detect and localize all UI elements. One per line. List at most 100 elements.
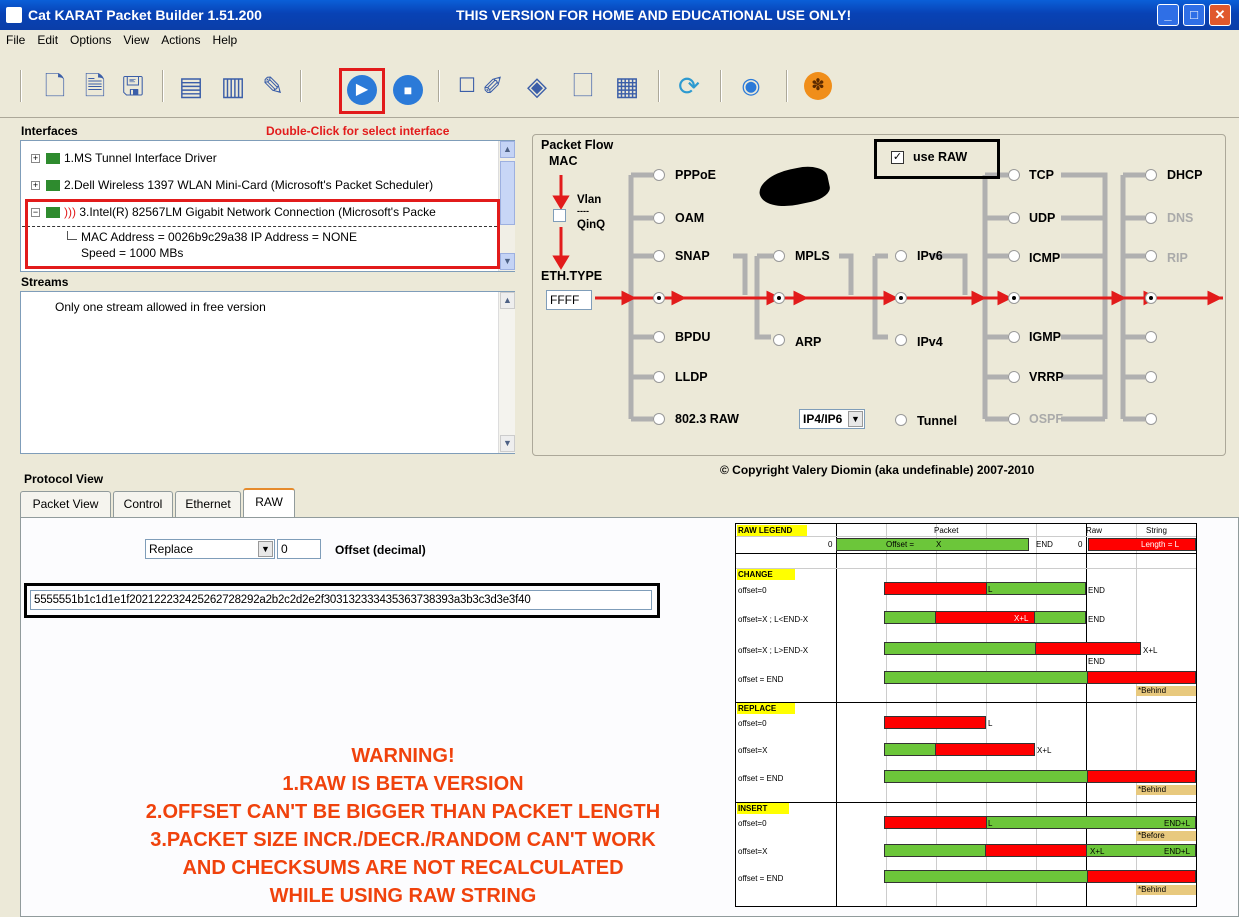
raw-hex-input[interactable]: 5555551b1c1d1e1f202122232425262728292a2b… bbox=[30, 590, 652, 610]
tab-ethernet[interactable]: Ethernet bbox=[175, 491, 241, 517]
edit-icon[interactable]: ✎ bbox=[258, 70, 288, 102]
tab-packet-view[interactable]: Packet View bbox=[20, 491, 111, 517]
mac-label: MAC bbox=[549, 154, 578, 168]
legend-insert-endl2: END+L bbox=[1164, 847, 1191, 856]
radio-ethertype[interactable] bbox=[773, 292, 785, 304]
label-pppoe: PPPoE bbox=[675, 168, 716, 182]
radio-udp[interactable] bbox=[1008, 212, 1020, 224]
radio-tunnel[interactable] bbox=[895, 414, 907, 426]
streams-label: Streams bbox=[21, 275, 69, 289]
radio-udp-app[interactable] bbox=[1145, 292, 1157, 304]
menu-help[interactable]: Help bbox=[213, 30, 238, 50]
menu-edit[interactable]: Edit bbox=[37, 30, 58, 50]
chevron-down-icon[interactable]: ▼ bbox=[258, 541, 273, 557]
page-icon[interactable]: 🗌 bbox=[568, 70, 598, 102]
menu-view[interactable]: View bbox=[123, 30, 149, 50]
radio-rip[interactable] bbox=[1145, 250, 1157, 262]
radio-ipv6[interactable] bbox=[895, 250, 907, 262]
streams-list: Only one stream allowed in free version … bbox=[20, 291, 515, 454]
close-button[interactable]: ✕ bbox=[1209, 4, 1231, 26]
radio-8023raw[interactable] bbox=[653, 413, 665, 425]
save-icon[interactable]: 🖫 bbox=[118, 70, 148, 102]
legend-replace: REPLACE bbox=[737, 703, 795, 714]
warning-line-1: 1.RAW IS BETA VERSION bbox=[282, 773, 524, 795]
new-file-icon[interactable]: 🗋 bbox=[40, 70, 70, 102]
radio-ipv4[interactable] bbox=[895, 334, 907, 346]
stop-icon[interactable]: ■ bbox=[393, 75, 423, 105]
label-tcp: TCP bbox=[1029, 168, 1054, 182]
eraser-icon[interactable]: ◈ bbox=[522, 70, 552, 102]
legend-change-xl2: X+L bbox=[1143, 646, 1158, 655]
radio-tcp[interactable] bbox=[1008, 169, 1020, 181]
legend-string-header: String bbox=[1146, 526, 1167, 535]
interfaces-label: Interfaces bbox=[21, 124, 78, 138]
radio-pppoe[interactable] bbox=[653, 169, 665, 181]
offset-input[interactable]: 0 bbox=[277, 539, 321, 559]
radio-dns[interactable] bbox=[1145, 212, 1157, 224]
legend-insert-l: L bbox=[988, 819, 993, 828]
radio-app-1[interactable] bbox=[1145, 331, 1157, 343]
radio-ip-proto[interactable] bbox=[1008, 292, 1020, 304]
radio-igmp[interactable] bbox=[1008, 331, 1020, 343]
title-bar: Cat KARAT Packet Builder 1.51.200 THIS V… bbox=[0, 0, 1239, 30]
label-lldp: LLDP bbox=[675, 370, 708, 384]
menu-options[interactable]: Options bbox=[70, 30, 111, 50]
radio-app-2[interactable] bbox=[1145, 371, 1157, 383]
label-oam: OAM bbox=[675, 211, 705, 225]
vlan-label: Vlan bbox=[577, 194, 602, 206]
menu-file[interactable]: File bbox=[6, 30, 25, 50]
network-card-icon bbox=[46, 153, 60, 165]
radio-arp[interactable] bbox=[773, 334, 785, 346]
radio-snap[interactable] bbox=[653, 250, 665, 262]
toolbar: 🗋 🗎 🖫 ▤ ▥ ✎ ▶ ■ ☐ ✐ ◈ 🗌 ▦ ⟳ ◉ ✽ bbox=[0, 50, 1239, 118]
camera-icon[interactable]: ◉ bbox=[736, 70, 766, 102]
radio-icmp[interactable] bbox=[1008, 250, 1020, 262]
paw-icon[interactable]: ✽ bbox=[804, 72, 832, 100]
legend-raw-zero: 0 bbox=[1078, 540, 1083, 549]
tab-control[interactable]: Control bbox=[113, 491, 173, 517]
raw-mode-select[interactable]: Replace ▼ bbox=[145, 539, 275, 559]
vlan-checkbox[interactable] bbox=[553, 209, 566, 222]
save-as-icon[interactable]: ▥ bbox=[218, 70, 248, 102]
play-icon[interactable]: ▶ bbox=[347, 75, 377, 105]
open-file-icon[interactable]: 🗎 bbox=[80, 70, 110, 102]
minimize-button[interactable]: _ bbox=[1157, 4, 1179, 26]
warning-line-2: 2.OFFSET CAN'T BE BIGGER THAN PACKET LEN… bbox=[145, 801, 661, 823]
label-ipv4: IPv4 bbox=[917, 335, 943, 349]
ip-version-select[interactable]: IP4/IP6 ▼ bbox=[799, 409, 865, 429]
document-icon[interactable]: ▤ bbox=[176, 70, 206, 102]
tab-raw[interactable]: RAW bbox=[243, 488, 295, 518]
radio-bpdu[interactable] bbox=[653, 331, 665, 343]
protocol-view-label: Protocol View bbox=[24, 472, 104, 486]
pencil-icon[interactable]: ✐ bbox=[478, 70, 508, 102]
eth-type-input[interactable]: FFFF bbox=[546, 290, 592, 310]
binary-icon[interactable]: ▦ bbox=[612, 70, 642, 102]
radio-dhcp[interactable] bbox=[1145, 169, 1157, 181]
refresh-icon[interactable]: ⟳ bbox=[674, 70, 704, 102]
radio-vrrp[interactable] bbox=[1008, 371, 1020, 383]
tree-item-1[interactable]: +1.MS Tunnel Interface Driver bbox=[31, 151, 217, 165]
radio-ip[interactable] bbox=[895, 292, 907, 304]
streams-scrollbar[interactable]: ▲ ▼ bbox=[498, 292, 515, 453]
maximize-button[interactable]: □ bbox=[1183, 4, 1205, 26]
interfaces-scrollbar[interactable]: ▲ ▼ bbox=[498, 141, 515, 271]
label-tunnel: Tunnel bbox=[917, 414, 958, 428]
interfaces-hint: Double-Click for select interface bbox=[266, 124, 450, 138]
legend-change-offset0: offset=0 bbox=[738, 586, 767, 595]
radio-mpls[interactable] bbox=[773, 250, 785, 262]
radio-lldp[interactable] bbox=[653, 371, 665, 383]
eth-type-label: ETH.TYPE bbox=[541, 269, 603, 283]
legend-change-offsetx-lt: offset=X ; L<END-X bbox=[738, 615, 809, 624]
menu-actions[interactable]: Actions bbox=[161, 30, 200, 50]
radio-ethernet[interactable] bbox=[653, 292, 665, 304]
legend-offset: Offset = bbox=[886, 540, 915, 549]
radio-oam[interactable] bbox=[653, 212, 665, 224]
radio-app-3[interactable] bbox=[1145, 413, 1157, 425]
tree-item-2[interactable]: +2.Dell Wireless 1397 WLAN Mini-Card (Mi… bbox=[31, 178, 433, 192]
radio-ospf[interactable] bbox=[1008, 413, 1020, 425]
warning-line-3: 3.PACKET SIZE INCR./DECR./RANDOM CAN'T W… bbox=[150, 829, 656, 851]
legend-raw-header: Raw bbox=[1086, 526, 1103, 535]
use-raw-checkbox[interactable]: ✓ bbox=[891, 151, 904, 164]
legend-insert-behind: *Behind bbox=[1136, 885, 1196, 895]
chevron-down-icon[interactable]: ▼ bbox=[848, 411, 863, 427]
